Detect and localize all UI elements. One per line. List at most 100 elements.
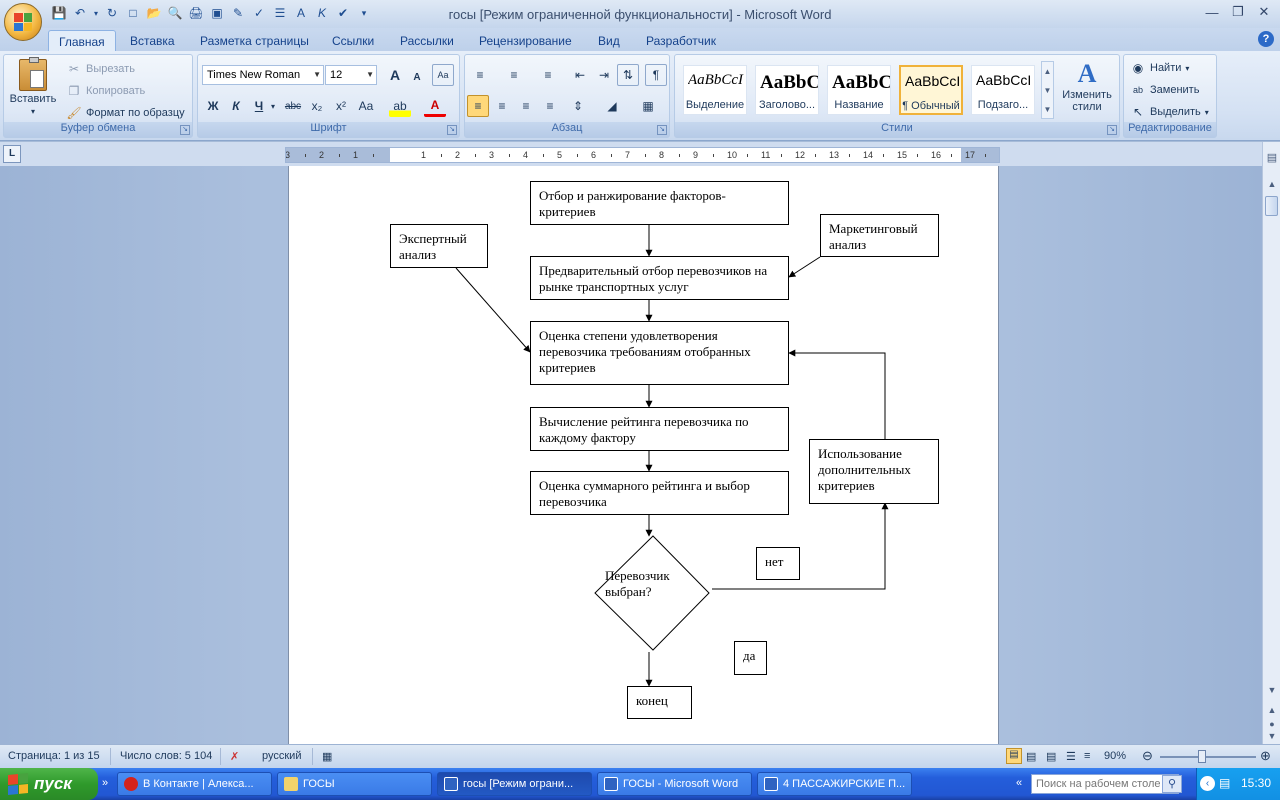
page-count[interactable]: Страница: 1 из 15 bbox=[8, 750, 100, 762]
draft-icon[interactable]: ≡ bbox=[1084, 750, 1090, 762]
tab-view[interactable]: Вид bbox=[588, 30, 630, 52]
replace-button[interactable]: ab Заменить bbox=[1130, 82, 1199, 98]
strikethrough-button[interactable]: abc bbox=[282, 95, 304, 117]
styles-scroll[interactable]: ▲ ▼ ▼ bbox=[1041, 61, 1054, 119]
style-emphasis[interactable]: AaBbCcI Выделение bbox=[683, 65, 747, 115]
outline-icon[interactable]: ☰ bbox=[1066, 750, 1076, 763]
tab-insert[interactable]: Вставка bbox=[120, 30, 185, 52]
paste-button[interactable]: Вставить ▾ bbox=[8, 57, 58, 116]
multilevel-list-icon[interactable]: ≡ bbox=[537, 64, 559, 86]
paste-dropdown-icon[interactable]: ▾ bbox=[31, 107, 35, 116]
select-button[interactable]: ↖ Выделить ▾ bbox=[1130, 104, 1209, 120]
justify-icon[interactable]: ≡ bbox=[539, 95, 561, 117]
underline-button[interactable]: Ч bbox=[248, 95, 270, 117]
taskbar-button-folder[interactable]: ГОСЫ bbox=[277, 772, 432, 796]
tab-mailings[interactable]: Рассылки bbox=[390, 30, 464, 52]
increase-indent-icon[interactable]: ⇥ bbox=[593, 64, 615, 86]
document-workspace[interactable]: Отбор и ранжирование факторов-критериев … bbox=[0, 166, 1262, 744]
print-layout-icon[interactable]: ▤ bbox=[1006, 748, 1022, 764]
word-count[interactable]: Число слов: 5 104 bbox=[120, 750, 212, 762]
quick-launch-expand-icon[interactable]: » bbox=[102, 777, 108, 789]
taskbar-button-word-2[interactable]: ГОСЫ - Microsoft Word bbox=[597, 772, 752, 796]
toolbar-expand-icon[interactable]: « bbox=[1016, 777, 1022, 789]
align-left-icon[interactable]: ≡ bbox=[467, 95, 489, 117]
next-page-icon[interactable]: ▼ bbox=[1264, 728, 1280, 744]
numbering-icon[interactable]: ≡ bbox=[503, 64, 525, 86]
subscript-button[interactable]: x₂ bbox=[306, 95, 328, 117]
language[interactable]: русский bbox=[262, 750, 301, 762]
taskbar-button-word-active[interactable]: госы [Режим ограни... bbox=[437, 772, 592, 796]
zoom-level[interactable]: 90% bbox=[1104, 750, 1126, 762]
style-heading[interactable]: AaBbC Заголово... bbox=[755, 65, 819, 115]
paragraph-launcher-icon[interactable]: ↘ bbox=[657, 125, 667, 135]
align-right-icon[interactable]: ≡ bbox=[515, 95, 537, 117]
line-spacing-icon[interactable]: ⇕ bbox=[567, 95, 589, 117]
bullets-icon[interactable]: ≡ bbox=[469, 64, 491, 86]
sort-icon[interactable]: ⇅ bbox=[617, 64, 639, 86]
tab-developer[interactable]: Разработчик bbox=[636, 30, 726, 52]
horizontal-ruler[interactable]: 3 2 1 1 2 3 4 5 6 7 8 9 10 11 12 13 14 15 16 17 bbox=[285, 147, 1000, 163]
italic-button[interactable]: К bbox=[225, 95, 247, 117]
start-button[interactable]: пуск bbox=[0, 768, 98, 800]
document-page[interactable]: Отбор и ранжирование факторов-критериев … bbox=[288, 166, 999, 744]
help-icon[interactable]: ? bbox=[1258, 31, 1274, 47]
change-styles-button[interactable]: A Изменить стили bbox=[1057, 59, 1117, 113]
style-title[interactable]: AaBbC Название bbox=[827, 65, 891, 115]
zoom-in-icon[interactable]: ⊕ bbox=[1260, 748, 1271, 764]
font-launcher-icon[interactable]: ↘ bbox=[447, 125, 457, 135]
align-center-icon[interactable]: ≡ bbox=[491, 95, 513, 117]
clock[interactable]: 15:30 bbox=[1241, 776, 1271, 790]
close-icon[interactable]: ✕ bbox=[1252, 2, 1276, 22]
taskbar-button-word-3[interactable]: 4 ПАССАЖИРСКИЕ П... bbox=[757, 772, 912, 796]
decrease-indent-icon[interactable]: ⇤ bbox=[569, 64, 591, 86]
ruler-toggle-icon[interactable]: ▤ bbox=[1264, 150, 1280, 166]
style-normal[interactable]: AaBbCcI ¶ Обычный bbox=[899, 65, 963, 115]
font-name-combo[interactable]: Times New Roman ▼ bbox=[202, 65, 324, 85]
tab-selector-icon[interactable]: L bbox=[3, 145, 21, 163]
find-button[interactable]: ◉ Найти ▾ bbox=[1130, 60, 1190, 76]
office-button[interactable] bbox=[4, 3, 42, 41]
web-layout-icon[interactable]: ▤ bbox=[1046, 750, 1056, 763]
copy-button[interactable]: ❐ Копировать bbox=[66, 83, 146, 99]
tray-expand-icon[interactable]: ‹ bbox=[1200, 776, 1215, 791]
clipboard-launcher-icon[interactable]: ↘ bbox=[180, 125, 190, 135]
format-painter-button[interactable]: 🖌 Формат по образцу bbox=[66, 105, 184, 121]
vertical-scrollbar[interactable]: ▤ ▲ ▼ ▲ ● ▼ bbox=[1262, 142, 1280, 744]
taskbar-button-vk[interactable]: В Контакте | Алекса... bbox=[117, 772, 272, 796]
zoom-out-icon[interactable]: ⊖ bbox=[1142, 748, 1153, 764]
scroll-up-icon[interactable]: ▲ bbox=[1264, 176, 1280, 192]
styles-launcher-icon[interactable]: ↘ bbox=[1107, 125, 1117, 135]
desktop-search-input[interactable]: Поиск на рабочем столе bbox=[1031, 774, 1179, 794]
clear-formatting-icon[interactable]: Aa bbox=[432, 64, 454, 86]
scroll-thumb[interactable] bbox=[1265, 196, 1278, 216]
minimize-icon[interactable]: — bbox=[1200, 2, 1224, 22]
tab-review[interactable]: Рецензирование bbox=[469, 30, 582, 52]
tab-references[interactable]: Ссылки bbox=[322, 30, 384, 52]
tab-home[interactable]: Главная bbox=[48, 30, 116, 52]
underline-dropdown-icon[interactable]: ▾ bbox=[268, 95, 278, 117]
zoom-slider-thumb[interactable] bbox=[1198, 750, 1206, 763]
shrink-font-button[interactable]: A bbox=[406, 66, 428, 88]
style-subtitle[interactable]: AaBbCcI Подзаго... bbox=[971, 65, 1035, 115]
zoom-slider[interactable] bbox=[1160, 756, 1256, 758]
superscript-button[interactable]: x² bbox=[330, 95, 352, 117]
restore-icon[interactable]: ❐ bbox=[1226, 2, 1250, 22]
show-marks-icon[interactable]: ¶ bbox=[645, 64, 667, 86]
ruler-number: 6 bbox=[591, 150, 597, 160]
font-size-combo[interactable]: 12 ▼ bbox=[325, 65, 377, 85]
highlight-icon[interactable]: ab bbox=[389, 95, 411, 117]
full-screen-reading-icon[interactable]: ▤ bbox=[1026, 750, 1036, 763]
change-case-button[interactable]: Aa bbox=[355, 95, 377, 117]
search-icon[interactable]: ⚲ bbox=[1162, 775, 1182, 793]
network-icon[interactable]: ▤ bbox=[1219, 776, 1230, 790]
cut-button[interactable]: ✂ Вырезать bbox=[66, 61, 135, 77]
tab-page-layout[interactable]: Разметка страницы bbox=[190, 30, 319, 52]
scroll-down-icon[interactable]: ▼ bbox=[1264, 682, 1280, 698]
proofing-icon[interactable]: ✗ bbox=[230, 750, 239, 763]
font-color-icon[interactable]: A bbox=[424, 95, 446, 117]
shading-icon[interactable]: ◢ bbox=[601, 95, 623, 117]
bold-button[interactable]: Ж bbox=[202, 95, 224, 117]
macro-icon[interactable]: ▦ bbox=[322, 750, 332, 763]
grow-font-button[interactable]: A bbox=[384, 64, 406, 86]
borders-icon[interactable]: ▦ bbox=[637, 95, 659, 117]
